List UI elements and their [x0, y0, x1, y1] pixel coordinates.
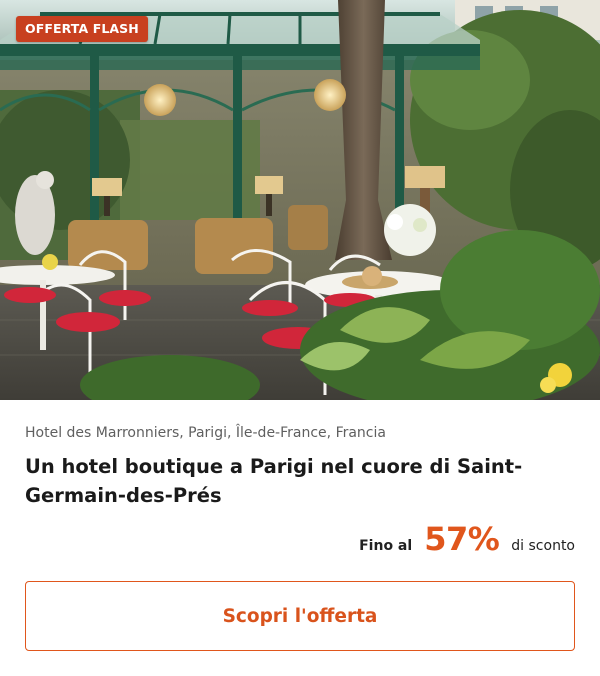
discover-offer-button[interactable]: Scopri l'offerta	[25, 581, 575, 651]
hotel-location: Hotel des Marronniers, Parigi, Île-de-Fr…	[25, 425, 386, 441]
discount-suffix: di sconto	[511, 538, 575, 554]
discount-prefix: Fino al	[359, 538, 413, 554]
garden-terrace-illustration	[0, 0, 600, 400]
flash-sale-badge: OFFERTA FLASH	[16, 16, 148, 42]
discount-percentage: 57%	[424, 520, 500, 558]
offer-card[interactable]: OFFERTA FLASH Hotel des Marronniers, Par…	[0, 0, 600, 676]
discount-info: Fino al 57% di sconto	[359, 520, 575, 566]
offer-title[interactable]: Un hotel boutique a Parigi nel cuore di …	[25, 452, 545, 510]
hero-image[interactable]: OFFERTA FLASH	[0, 0, 600, 400]
